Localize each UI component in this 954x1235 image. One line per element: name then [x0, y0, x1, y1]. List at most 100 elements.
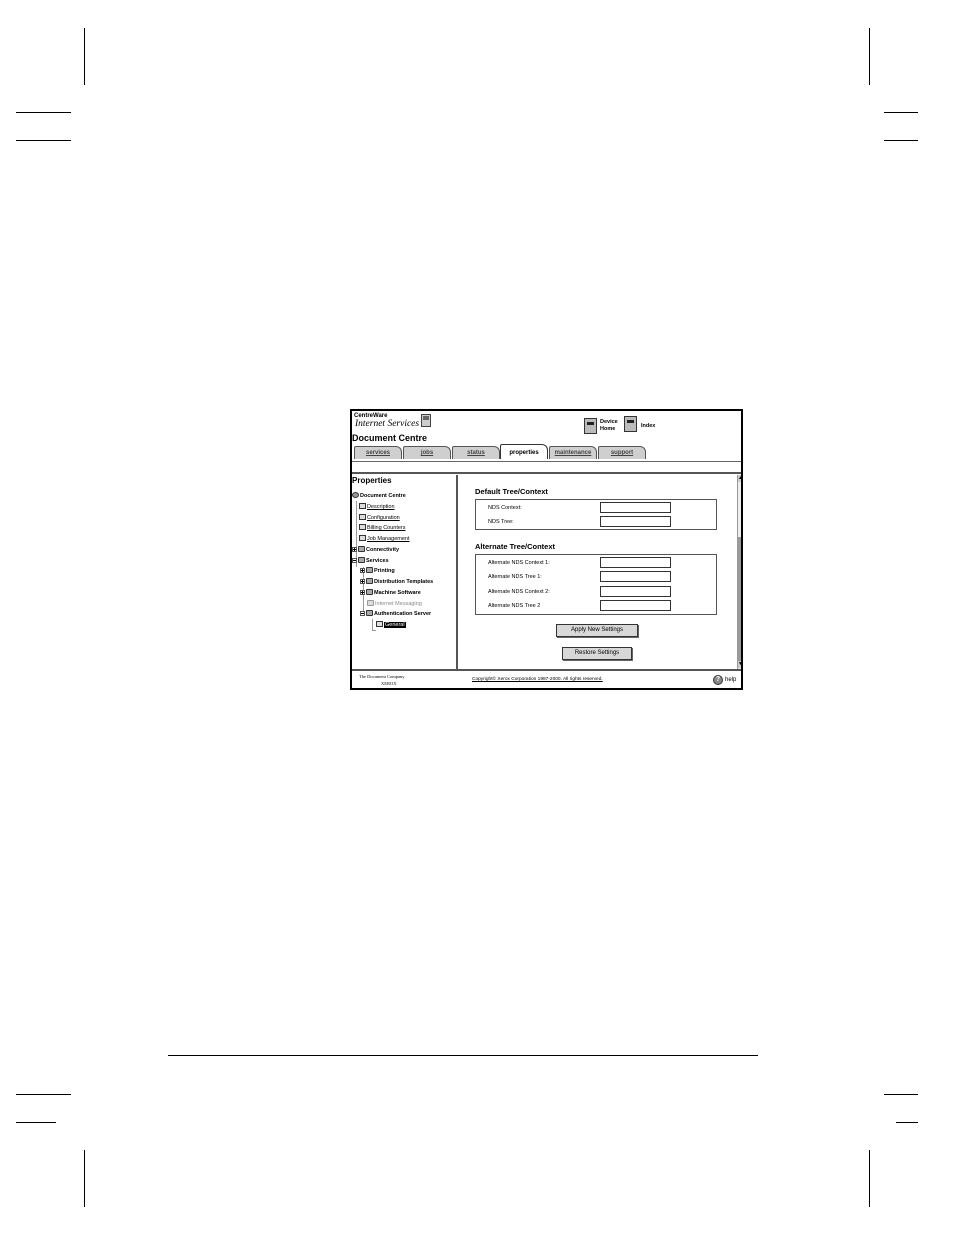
folder-icon: [366, 589, 373, 595]
tab-services[interactable]: services: [354, 446, 402, 459]
nds-context-input[interactable]: [600, 502, 671, 513]
crop-mark: [884, 1094, 918, 1095]
device-home-label-line2: Home: [600, 426, 616, 432]
document-icon: [359, 514, 366, 520]
tree-item-machine-software[interactable]: Machine Software: [360, 589, 421, 598]
document-icon: [359, 524, 366, 530]
default-section-box: NDS Context: NDS Tree:: [475, 499, 717, 530]
tree-item-job-management[interactable]: Job Management: [359, 535, 410, 544]
device-home-link[interactable]: Device Home: [600, 419, 618, 433]
properties-sidebar: Properties Document Centre Description C…: [352, 475, 458, 669]
alternate-section-box: Alternate NDS Context 1: Alternate NDS T…: [475, 554, 717, 615]
tree-label: Printing: [374, 568, 395, 574]
folder-icon: [366, 567, 373, 573]
expand-icon[interactable]: [352, 547, 357, 552]
main-content: Default Tree/Context NDS Context: NDS Tr…: [458, 475, 737, 669]
alt-nds-context-2-label: Alternate NDS Context 2:: [488, 589, 550, 595]
tab-underline: [352, 461, 741, 462]
footer-rule: [168, 1055, 758, 1056]
crop-mark: [869, 28, 870, 85]
device-home-icon[interactable]: [584, 418, 597, 434]
tree-label: Authentication Server: [374, 611, 432, 617]
crop-mark: [84, 1150, 85, 1207]
brand-internet-services: Internet Services: [355, 419, 420, 429]
globe-icon: [352, 492, 359, 498]
alt-nds-tree-1-label: Alternate NDS Tree 1:: [488, 574, 542, 580]
device-name: Document Centre: [352, 433, 428, 443]
collapse-icon[interactable]: [352, 558, 357, 563]
tree-item-authentication-server[interactable]: Authentication Server: [360, 610, 431, 619]
tree-label: Services: [366, 558, 389, 564]
tree-item-printing[interactable]: Printing: [360, 567, 395, 576]
crop-mark: [869, 1150, 870, 1207]
tree-item-internet-messaging[interactable]: Internet Messaging: [367, 600, 422, 609]
crop-mark: [16, 112, 71, 113]
tree-item-general[interactable]: General: [376, 621, 406, 630]
xerox-logo: XEROX: [381, 681, 397, 686]
document-icon: [359, 503, 366, 509]
tree-item-description[interactable]: Description: [359, 503, 395, 512]
folder-icon: [358, 557, 365, 563]
tree-item-billing-counters[interactable]: Billing Counters: [359, 524, 406, 533]
tree-item-configuration[interactable]: Configuration: [359, 514, 400, 523]
tree-item-document-centre[interactable]: Document Centre: [352, 492, 406, 501]
folder-icon: [366, 610, 373, 616]
alt-nds-tree-2-input[interactable]: [600, 600, 671, 611]
expand-icon[interactable]: [360, 568, 365, 573]
nds-tree-label: NDS Tree:: [488, 519, 514, 525]
tab-jobs[interactable]: jobs: [403, 446, 451, 459]
alt-nds-context-1-label: Alternate NDS Context 1:: [488, 560, 550, 566]
crop-mark: [16, 140, 71, 141]
scroll-up-icon[interactable]: ▲: [738, 475, 741, 482]
tree-item-services[interactable]: Services: [352, 557, 389, 566]
tab-support[interactable]: support: [598, 446, 646, 459]
alternate-section-title: Alternate Tree/Context: [475, 542, 556, 551]
folder-icon: [366, 578, 373, 584]
scroll-down-icon[interactable]: ▼: [738, 661, 741, 668]
help-icon[interactable]: ?: [713, 675, 723, 685]
crop-mark: [884, 112, 918, 113]
scroll-thumb[interactable]: [738, 537, 741, 661]
tree-label: Billing Counters: [367, 525, 406, 531]
tree-item-connectivity[interactable]: Connectivity: [352, 546, 399, 555]
tab-maintenance[interactable]: maintenance: [549, 446, 597, 459]
tree-label: Machine Software: [374, 590, 421, 596]
header-divider: [352, 472, 741, 474]
sidebar-title: Properties: [352, 476, 392, 485]
default-section-title: Default Tree/Context: [475, 487, 548, 496]
copyright-link[interactable]: Copyright© Xerox Corporation 1987-2000. …: [472, 677, 603, 682]
crop-mark: [16, 1094, 71, 1095]
tab-status[interactable]: status: [452, 446, 500, 459]
tree-label: Document Centre: [360, 493, 406, 499]
help-link[interactable]: help: [725, 677, 736, 683]
collapse-icon[interactable]: [360, 611, 365, 616]
crop-mark: [16, 1122, 56, 1123]
nds-tree-input[interactable]: [600, 516, 671, 527]
restore-settings-button[interactable]: Restore Settings: [562, 647, 632, 660]
alt-nds-tree-1-input[interactable]: [600, 571, 671, 582]
header: CentreWare Internet Services Document Ce…: [352, 411, 741, 463]
tree-label: Job Management: [367, 536, 410, 542]
document-icon: [376, 621, 383, 627]
tree-line: [372, 630, 376, 631]
alt-nds-context-1-input[interactable]: [600, 557, 671, 568]
expand-icon[interactable]: [360, 579, 365, 584]
tree-label: General: [384, 622, 406, 628]
device-home-label-line1: Device: [600, 419, 618, 425]
index-link[interactable]: Index: [641, 423, 655, 430]
alt-nds-context-2-input[interactable]: [600, 586, 671, 597]
tab-properties[interactable]: properties: [500, 444, 548, 459]
apply-new-settings-button[interactable]: Apply New Settings: [556, 624, 638, 637]
vertical-scrollbar[interactable]: ▲ ▼: [737, 475, 741, 669]
folder-icon: [358, 546, 365, 552]
company-tagline: The Document Company: [359, 674, 405, 679]
crop-mark: [896, 1122, 918, 1123]
printer-icon: [421, 414, 431, 427]
tree-label: Connectivity: [366, 547, 400, 553]
tree-item-distribution-templates[interactable]: Distribution Templates: [360, 578, 433, 587]
crop-mark: [884, 140, 918, 141]
expand-icon[interactable]: [360, 590, 365, 595]
index-icon[interactable]: [624, 416, 637, 432]
folder-icon: [367, 600, 374, 606]
browser-screenshot: CentreWare Internet Services Document Ce…: [350, 409, 743, 690]
